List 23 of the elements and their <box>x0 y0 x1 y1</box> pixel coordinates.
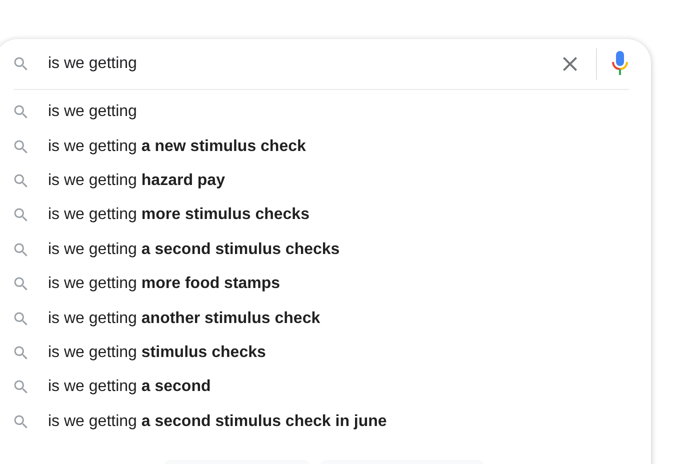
search-icon <box>12 412 30 431</box>
search-icon <box>12 103 30 122</box>
search-input[interactable]: is we getting <box>48 52 558 76</box>
search-icon <box>12 378 30 396</box>
search-icon <box>12 206 30 224</box>
search-icon <box>12 275 30 294</box>
search-icon <box>12 344 30 362</box>
suggestion-item[interactable]: is we getting stimulus checks <box>48 340 266 365</box>
suggestion-item[interactable]: is we getting more food stamps <box>48 272 280 296</box>
search-icon <box>12 55 30 73</box>
search-icon <box>12 240 30 259</box>
suggestion-item[interactable]: is we getting a second <box>48 375 211 400</box>
suggestion-item[interactable]: is we getting a second stimulus check in june <box>48 410 387 434</box>
suggestion-item[interactable]: is we getting hazard pay <box>48 168 225 193</box>
suggestion-item[interactable]: is we getting another stimulus check <box>48 306 320 331</box>
suggestion-item[interactable]: is we getting <box>48 100 137 124</box>
search-icon <box>12 172 30 190</box>
suggestion-item[interactable]: is we getting more stimulus checks <box>48 203 310 228</box>
suggestion-item[interactable]: is we getting a new stimulus check <box>48 134 306 159</box>
suggestion-item[interactable]: is we getting a second stimulus checks <box>48 238 340 262</box>
search-icon <box>12 310 30 328</box>
microphone-icon[interactable] <box>611 51 629 77</box>
search-icon <box>12 138 30 156</box>
